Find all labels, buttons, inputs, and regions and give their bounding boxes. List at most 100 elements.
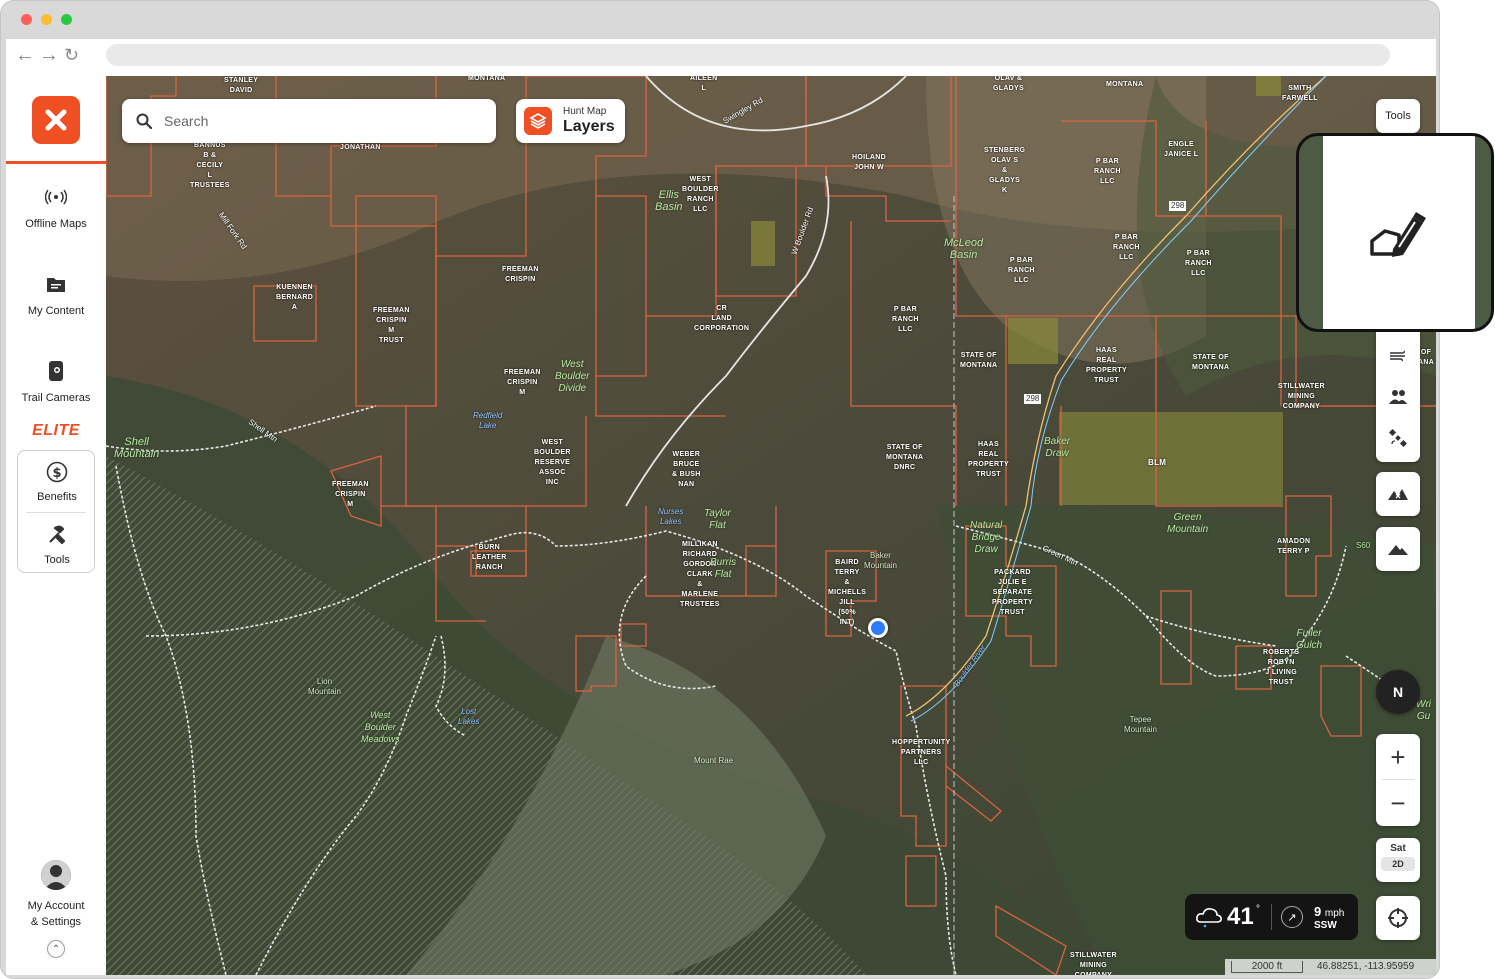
trail-cameras-label: Trail Cameras [21, 392, 91, 404]
owner-label: STANLEY DAVID [224, 77, 259, 94]
owner-label: P BAR RANCH LLC [1113, 234, 1140, 261]
tools-button[interactable]: Tools [1376, 99, 1420, 133]
offline-maps-label: Offline Maps [25, 218, 87, 230]
sidebar-item-tools[interactable]: Tools [7, 522, 107, 566]
owner-label: P BAR RANCH LLC [1094, 158, 1121, 185]
owner-label: ROBERTS ROBYN J LIVING TRUST [1263, 649, 1300, 686]
owner-label: BLM [1148, 458, 1167, 467]
svg-text:$: $ [52, 466, 61, 481]
owner-label: STILLWATER MINING COMPANY [1278, 383, 1325, 410]
draw-shape-icon[interactable] [1369, 209, 1429, 259]
reload-icon[interactable]: ↻ [64, 45, 79, 65]
sidebar-item-offline-maps[interactable]: Offline Maps [6, 184, 106, 230]
highway-shield: 298 [1024, 394, 1042, 404]
broadcast-icon [6, 184, 106, 210]
hunt-map-layers-button[interactable]: Hunt Map Layers [516, 99, 625, 143]
place-label: Ellis Basin [655, 189, 683, 213]
map-scale: 2000 ft 46.88251, -113.95959 [1225, 959, 1436, 975]
terrain-icon [1388, 489, 1408, 500]
wind-speed: 9 mph [1314, 904, 1344, 919]
highlight-callout [1296, 133, 1494, 332]
owner-label: AMADON TERRY P [1277, 538, 1311, 555]
address-bar[interactable] [106, 44, 1390, 66]
layers-subtitle: Hunt Map [563, 106, 607, 117]
weather-widget[interactable]: 41 ° ↗ 9 mph SSW [1185, 894, 1358, 940]
logo-x-icon [45, 109, 67, 131]
highway-shield: 298 [1169, 201, 1187, 211]
maximize-window-button[interactable] [61, 14, 72, 25]
temperature-value: 41 [1227, 903, 1254, 930]
owner-label: HOILAND JOHN W [852, 154, 886, 171]
search-bar[interactable]: Search [122, 99, 496, 143]
zoom-out-button[interactable]: − [1376, 780, 1420, 826]
view-mode-label: 2D [1381, 857, 1415, 871]
owner-label: STATE OF MONTANA DNRC [886, 444, 924, 471]
owner-label: STENBERG OLAV S & GLADYS K [984, 147, 1026, 194]
owner-label: STATE OF MONTANA [960, 352, 998, 369]
owner-label: STILLWATER MINING COMPANY [1070, 952, 1117, 975]
close-window-button[interactable] [21, 14, 32, 25]
owner-label: FREEMAN CRISPIN M [332, 481, 369, 508]
sidebar-item-trail-cameras[interactable]: Trail Cameras [6, 358, 106, 404]
owner-label: AILEEN L [690, 76, 718, 92]
place-label: West Boulder Divide [555, 359, 590, 394]
elite-badge: ELITE [32, 422, 80, 439]
basemap-toggle-button[interactable]: Sat 2D [1376, 838, 1420, 882]
trail-camera-icon [6, 358, 106, 384]
app-logo[interactable] [32, 96, 80, 144]
place-label: West Boulder Meadows [361, 710, 400, 744]
sidebar-item-account[interactable]: My Account & Settings [6, 860, 106, 930]
back-arrow-icon[interactable]: ← [15, 45, 35, 65]
search-input[interactable]: Search [164, 113, 208, 129]
forward-arrow-icon[interactable]: → [39, 45, 59, 65]
recenter-button[interactable] [1376, 896, 1420, 940]
wind-icon[interactable] [1376, 344, 1420, 368]
zoom-in-button[interactable]: + [1376, 734, 1420, 780]
water-label: Redfield Lake [473, 411, 503, 430]
current-location-marker[interactable] [868, 618, 888, 638]
browser-toolbar: ← → ↻ [6, 39, 1436, 76]
title-bar [1, 1, 1439, 39]
place-label: Taylor Flat [704, 508, 731, 531]
tools-icon [7, 522, 107, 548]
mountain-icon [1388, 545, 1408, 555]
dollar-icon: $ [7, 459, 107, 485]
owner-label: MONTANA [468, 76, 506, 82]
owner-label: PACKARD JULIE E SEPARATE PROPERTY TRUST [992, 569, 1033, 616]
owner-label: HOPPERTUNITY PARTNERS LLC [892, 739, 951, 766]
owner-label: CR LAND CORPORATION [694, 305, 750, 332]
mountain-button[interactable] [1376, 527, 1420, 571]
owner-label: KUENNEN BERNARD A [276, 284, 314, 311]
people-icon[interactable] [1376, 385, 1420, 409]
place-label: Green Mountain [1167, 512, 1209, 535]
owner-label: P BAR RANCH LLC [1008, 257, 1035, 284]
basemap-label: Sat [1390, 843, 1406, 854]
water-label: Lost Lakes [458, 707, 480, 726]
wind-speed-unit: mph [1324, 908, 1345, 919]
owner-label: HAAS REAL PROPERTY TRUST [968, 441, 1009, 478]
compass-button[interactable]: N [1376, 670, 1420, 714]
app-sidebar: Offline Maps My Content Trail Cameras EL… [6, 76, 106, 975]
sidebar-item-my-content[interactable]: My Content [6, 271, 106, 317]
minimize-window-button[interactable] [41, 14, 52, 25]
layers-icon [524, 107, 552, 135]
sidebar-item-benefits[interactable]: $ Benefits [7, 459, 107, 503]
place-label: Shell Mountain [114, 436, 160, 460]
satellite-terrain [106, 76, 1436, 975]
logo-underline [6, 161, 106, 164]
owner-label: STATE OF MONTANA [1192, 354, 1230, 371]
tools-button-label: Tools [1385, 110, 1411, 122]
owner-label: WEST BOULDER RESERVE ASSOC INC [534, 439, 571, 486]
benefits-label: Benefits [37, 491, 77, 503]
peak-label: Mount Rae [694, 756, 734, 765]
map-canvas[interactable]: STANLEY DAVID MONTANA AILEEN L OLAV & GL… [106, 76, 1436, 975]
chevron-up-icon[interactable]: ⌃ [47, 940, 65, 958]
wind-direction-icon: ↗ [1281, 906, 1303, 928]
owner-label: FREEMAN CRISPIN [502, 266, 539, 283]
wind-speed-value: 9 [1314, 904, 1322, 919]
terrain-3d-button[interactable] [1376, 472, 1420, 516]
owner-label: WEBER BRUCE & BUSH NAN [672, 451, 701, 488]
satellite-icon[interactable] [1376, 426, 1420, 450]
coordinates-readout: 46.88251, -113.95959 [1317, 961, 1415, 972]
peak-label: Baker Mountain [864, 551, 897, 570]
